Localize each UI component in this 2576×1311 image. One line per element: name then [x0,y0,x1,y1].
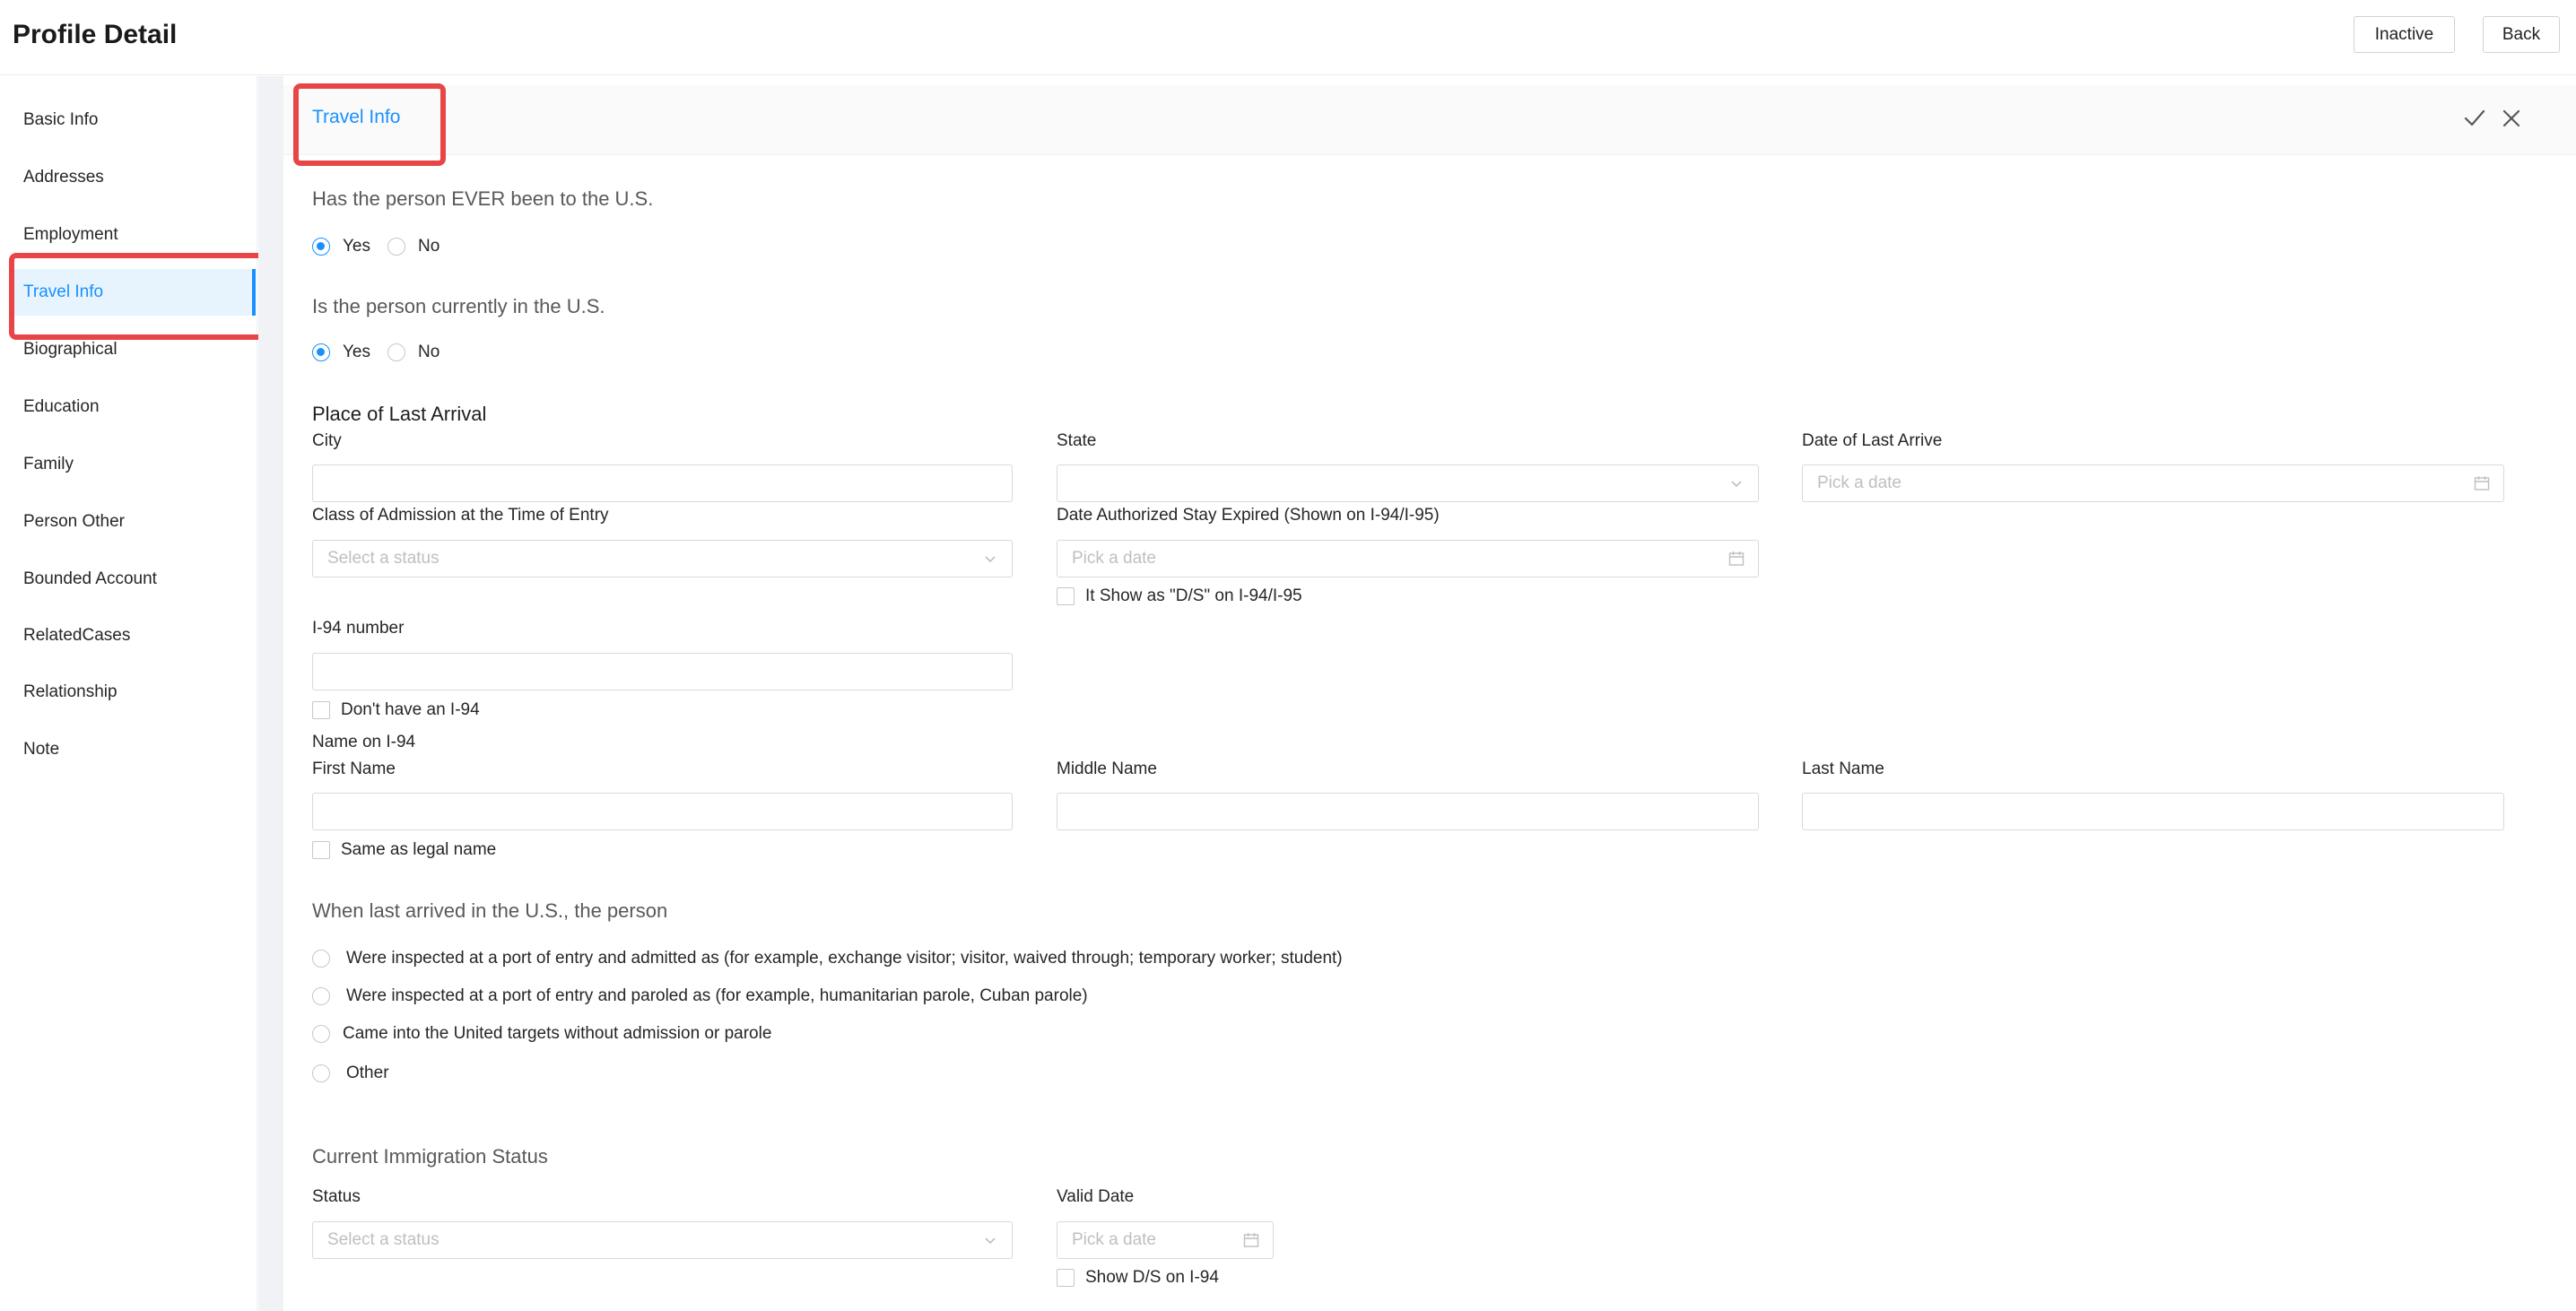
middle-name-label: Middle Name [1057,760,1157,778]
radio-label: Other [346,1064,389,1082]
state-label: State [1057,431,1097,450]
last-arrived-option-admitted[interactable]: Were inspected at a port of entry and ad… [312,949,1343,968]
check-icon[interactable] [2459,103,2490,134]
top-bar: Profile Detail Inactive Back [0,0,2576,75]
date-last-arrive-label: Date of Last Arrive [1802,431,1943,450]
ever-in-us-question: Has the person EVER been to the U.S. [312,187,654,210]
radio-label: No [418,237,440,256]
radio-unchecked-icon[interactable] [312,1064,330,1082]
sidebar-item-biographical[interactable]: Biographical [0,326,257,373]
date-placeholder: Pick a date [1817,473,1902,492]
first-name-input[interactable] [312,793,1013,830]
class-of-admission-select[interactable]: Select a status [312,540,1013,577]
chevron-down-icon [981,1231,999,1249]
radio-label: Came into the United targets without adm… [343,1024,772,1043]
sidebar-item-employment[interactable]: Employment [0,212,257,258]
status-label: Status [312,1187,361,1206]
select-placeholder: Select a status [327,549,439,568]
radio-unchecked-icon[interactable] [312,950,330,968]
i94-number-label: I-94 number [312,619,405,638]
radio-unchecked-icon[interactable] [387,238,405,256]
calendar-icon [2473,474,2491,492]
checkbox-icon[interactable] [312,701,330,719]
valid-date-picker[interactable]: Pick a date [1057,1221,1274,1259]
state-select[interactable] [1057,464,1759,502]
middle-name-input[interactable] [1057,793,1759,830]
sidebar-item-relationship[interactable]: Relationship [0,669,257,716]
radio-unchecked-icon[interactable] [387,343,405,361]
currently-in-us-question: Is the person currently in the U.S. [312,295,605,317]
first-name-label: First Name [312,760,396,778]
content-gutter [258,76,283,1311]
last-name-label: Last Name [1802,760,1884,778]
last-arrived-option-no-admission[interactable]: Came into the United targets without adm… [312,1024,771,1044]
page-title: Profile Detail [13,20,178,49]
show-ds-checkbox[interactable]: Show D/S on I-94 [1057,1268,1219,1288]
select-placeholder: Select a status [327,1230,439,1249]
close-icon[interactable] [2496,103,2527,134]
last-arrived-question: When last arrived in the U.S., the perso… [312,899,668,922]
i94-number-input[interactable] [312,653,1013,690]
calendar-icon [1242,1231,1260,1249]
stay-expired-picker[interactable]: Pick a date [1057,540,1759,577]
sidebar-item-family[interactable]: Family [0,441,257,488]
date-last-arrive-picker[interactable]: Pick a date [1802,464,2504,502]
last-name-input[interactable] [1802,793,2504,830]
valid-date-label: Valid Date [1057,1187,1135,1206]
sidebar-item-basic-info[interactable]: Basic Info [0,97,257,143]
checkbox-label: Show D/S on I-94 [1085,1268,1219,1287]
radio-label: Yes [343,237,370,256]
sidebar-item-addresses[interactable]: Addresses [0,154,257,201]
checkbox-icon[interactable] [312,841,330,859]
panel-title: Travel Info [312,107,401,127]
sidebar-item-travel-info[interactable]: Travel Info [11,269,256,316]
name-on-i94-heading: Name on I-94 [312,733,416,751]
radio-checked-icon[interactable] [312,343,330,361]
sidebar-item-note[interactable]: Note [0,726,257,773]
radio-label: Yes [343,343,370,361]
ever-in-us-yes[interactable]: Yes [312,237,370,256]
checkbox-icon[interactable] [1057,587,1075,605]
current-status-heading: Current Immigration Status [312,1145,548,1168]
city-input[interactable] [312,464,1013,502]
chevron-down-icon [1727,474,1745,492]
city-label: City [312,431,342,450]
checkbox-label: It Show as "D/S" on I-94/I-95 [1085,586,1302,605]
travel-info-panel: Travel Info [283,85,2576,1311]
radio-label: Were inspected at a port of entry and ad… [346,949,1343,968]
sidebar: Basic Info Addresses Employment Travel I… [0,76,257,1311]
stay-expired-label: Date Authorized Stay Expired (Shown on I… [1057,506,1440,525]
sidebar-item-bounded-account[interactable]: Bounded Account [0,556,257,603]
currently-in-us-no[interactable]: No [387,343,439,362]
sidebar-item-education[interactable]: Education [0,384,257,430]
date-placeholder: Pick a date [1072,1230,1156,1249]
status-select[interactable]: Select a status [312,1221,1013,1259]
same-as-legal-checkbox[interactable]: Same as legal name [312,840,496,860]
currently-in-us-yes[interactable]: Yes [312,343,370,362]
class-of-admission-label: Class of Admission at the Time of Entry [312,506,609,525]
ds-on-i94-checkbox[interactable]: It Show as "D/S" on I-94/I-95 [1057,586,1302,606]
radio-label: No [418,343,440,361]
checkbox-label: Don't have an I-94 [341,700,480,719]
calendar-icon [1727,550,1745,568]
radio-unchecked-icon[interactable] [312,1025,330,1043]
radio-checked-icon[interactable] [312,238,330,256]
inactive-button[interactable]: Inactive [2354,16,2455,53]
sidebar-item-related-cases[interactable]: RelatedCases [0,612,257,659]
date-placeholder: Pick a date [1072,549,1156,568]
chevron-down-icon [981,550,999,568]
checkbox-label: Same as legal name [341,840,497,859]
radio-unchecked-icon[interactable] [312,987,330,1005]
last-arrival-heading: Place of Last Arrival [312,403,487,425]
no-i94-checkbox[interactable]: Don't have an I-94 [312,700,480,720]
last-arrived-option-paroled[interactable]: Were inspected at a port of entry and pa… [312,986,1088,1006]
radio-label: Were inspected at a port of entry and pa… [346,986,1088,1005]
checkbox-icon[interactable] [1057,1269,1075,1287]
ever-in-us-no[interactable]: No [387,237,439,256]
panel-header: Travel Info [283,85,2576,155]
back-button[interactable]: Back [2483,16,2560,53]
last-arrived-option-other[interactable]: Other [312,1064,389,1083]
sidebar-item-person-other[interactable]: Person Other [0,499,257,545]
